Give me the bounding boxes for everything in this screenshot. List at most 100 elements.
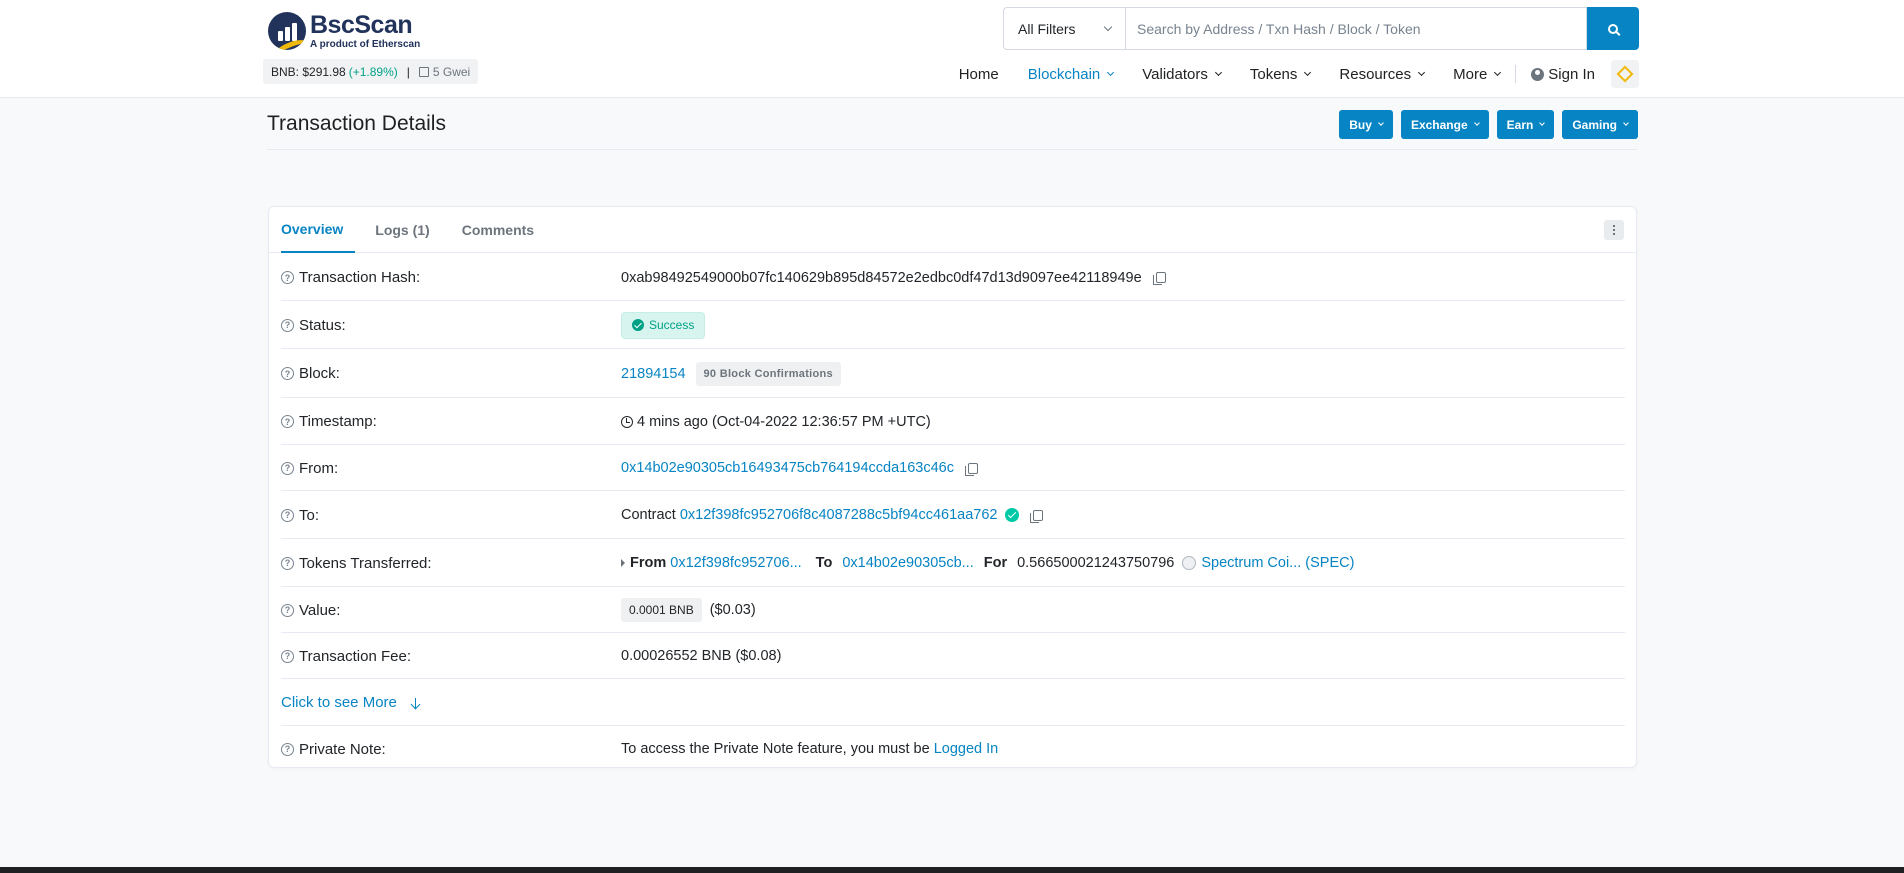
row-value: ? Value: 0.0001 BNB ($0.03) bbox=[281, 588, 1625, 633]
row-to: ? To: Contract 0x12f398fc952706f8c4087288c… bbox=[281, 492, 1625, 539]
verified-check-icon bbox=[1005, 508, 1020, 522]
status-value: Success bbox=[649, 318, 695, 332]
sign-in-link[interactable]: Sign In bbox=[1531, 66, 1595, 83]
nav-validators[interactable]: Validators bbox=[1142, 66, 1222, 83]
block-confirmations-badge: 90 Block Confirmations bbox=[695, 361, 841, 386]
row-transaction-hash: ? Transaction Hash: 0xab98492549000b07fc1… bbox=[281, 255, 1625, 301]
gas-pump-icon bbox=[418, 66, 429, 77]
user-circle-icon bbox=[1531, 67, 1545, 81]
nav-more[interactable]: More bbox=[1453, 65, 1502, 83]
token-logo-icon bbox=[1182, 556, 1197, 570]
copy-icon[interactable] bbox=[1152, 272, 1166, 285]
bscscan-logo[interactable]: BscScan A product of Etherscan bbox=[268, 12, 420, 50]
footer bbox=[0, 867, 1904, 873]
check-circle-icon bbox=[632, 319, 644, 331]
copy-icon[interactable] bbox=[965, 462, 978, 476]
label-private-note: Private Note: bbox=[299, 740, 386, 758]
nav-blockchain[interactable]: Blockchain bbox=[1027, 65, 1115, 83]
help-icon[interactable]: ? bbox=[281, 318, 294, 332]
earn-label: Earn bbox=[1506, 117, 1534, 132]
logged-in-link[interactable]: Logged In bbox=[934, 741, 999, 757]
page-title: Transaction Details bbox=[267, 112, 446, 135]
row-see-more: Click to see More bbox=[281, 680, 1625, 726]
block-number-link[interactable]: 21894154 bbox=[621, 366, 686, 382]
chevron-down-icon bbox=[1418, 68, 1426, 77]
help-icon[interactable]: ? bbox=[281, 649, 294, 663]
token-from-label: From bbox=[630, 555, 667, 571]
search-bar: All Filters bbox=[1003, 7, 1639, 50]
gaming-button[interactable]: Gaming bbox=[1562, 110, 1638, 139]
label-status: Status: bbox=[299, 316, 346, 334]
sign-in-label: Sign In bbox=[1548, 65, 1595, 83]
private-note-text: To access the Private Note feature, you … bbox=[621, 741, 930, 757]
earn-button[interactable]: Earn bbox=[1496, 110, 1555, 139]
tab-overview[interactable]: Overview bbox=[281, 207, 356, 253]
token-to-address-link[interactable]: 0x14b02e90305cb... bbox=[842, 555, 973, 571]
to-prefix: Contract bbox=[621, 507, 676, 523]
label-to: To: bbox=[299, 506, 320, 524]
copy-icon[interactable] bbox=[1030, 509, 1044, 523]
exchange-label: Exchange bbox=[1410, 117, 1468, 132]
row-private-note: ? Private Note: To access the Private Not… bbox=[281, 727, 1625, 771]
more-options-icon[interactable] bbox=[1604, 220, 1624, 240]
help-icon[interactable]: ? bbox=[281, 271, 294, 284]
from-address-link[interactable]: 0x14b02e90305cb16493475cb764194ccda163c4… bbox=[621, 460, 954, 476]
value-usd: ($0.03) bbox=[709, 602, 756, 618]
transaction-hash-value: 0xab98492549000b07fc140629b895d84572e2ed… bbox=[621, 269, 1142, 286]
chevron-down-icon bbox=[1103, 22, 1113, 31]
nav-tokens-label: Tokens bbox=[1249, 65, 1298, 83]
chevron-down-icon bbox=[1378, 120, 1384, 126]
main-nav: Home Blockchain Validators Tokens Resour… bbox=[930, 60, 1639, 88]
label-value: Value: bbox=[299, 601, 341, 619]
search-button[interactable] bbox=[1587, 7, 1639, 50]
caret-right-icon bbox=[621, 559, 625, 567]
row-tokens-transferred: ? Tokens Transferred: From 0x12f398fc9527… bbox=[281, 540, 1625, 587]
bnb-price-box: BNB: $291.98 (+1.89%) | 5 Gwei bbox=[263, 59, 479, 84]
row-status: ? Status: Success bbox=[281, 302, 1625, 349]
chevron-down-icon bbox=[1539, 120, 1546, 126]
buy-label: Buy bbox=[1349, 117, 1372, 132]
logo-subtitle: A product of Etherscan bbox=[310, 38, 421, 50]
chevron-down-icon bbox=[1473, 120, 1480, 126]
tab-logs[interactable]: Logs (1) bbox=[375, 207, 441, 252]
title-divider bbox=[267, 149, 1637, 150]
tab-comments[interactable]: Comments bbox=[462, 207, 546, 252]
help-icon[interactable]: ? bbox=[281, 742, 294, 756]
row-transaction-fee: ? Transaction Fee: 0.00026552 BNB ($0.08) bbox=[281, 634, 1625, 679]
transaction-card: Overview Logs (1) Comments ? Transaction … bbox=[268, 206, 1637, 768]
label-timestamp: Timestamp: bbox=[299, 413, 377, 430]
help-icon[interactable]: ? bbox=[281, 415, 294, 428]
token-from-address-link[interactable]: 0x12f398fc952706... bbox=[670, 555, 801, 571]
buy-button[interactable]: Buy bbox=[1339, 110, 1393, 139]
chevron-down-icon bbox=[1623, 120, 1629, 126]
token-name-link[interactable]: Spectrum Coi... (SPEC) bbox=[1201, 555, 1354, 571]
search-icon bbox=[1608, 23, 1618, 34]
help-icon[interactable]: ? bbox=[281, 461, 294, 475]
token-amount: 0.566500021243750796 bbox=[1017, 555, 1175, 571]
help-icon[interactable]: ? bbox=[281, 367, 294, 380]
label-block: Block: bbox=[299, 365, 340, 382]
status-badge: Success bbox=[621, 311, 706, 339]
nav-resources[interactable]: Resources bbox=[1339, 65, 1426, 83]
nav-tokens[interactable]: Tokens bbox=[1249, 65, 1312, 83]
nav-home-label: Home bbox=[958, 65, 999, 83]
chevron-down-icon bbox=[1304, 68, 1312, 77]
nav-more-label: More bbox=[1453, 65, 1488, 83]
nav-home[interactable]: Home bbox=[959, 66, 999, 83]
exchange-button[interactable]: Exchange bbox=[1400, 110, 1489, 139]
bnb-network-button[interactable] bbox=[1611, 60, 1639, 88]
help-icon[interactable]: ? bbox=[281, 556, 294, 570]
nav-blockchain-label: Blockchain bbox=[1027, 65, 1101, 83]
row-timestamp: ? Timestamp: 4 mins ago (Oct-04-2022 12:3… bbox=[281, 399, 1625, 445]
search-input[interactable] bbox=[1125, 7, 1587, 50]
gas-price[interactable]: 5 Gwei bbox=[433, 65, 470, 79]
search-filter-select[interactable]: All Filters bbox=[1003, 7, 1125, 50]
label-tokens-transferred: Tokens Transferred: bbox=[299, 554, 432, 572]
search-filter-label: All Filters bbox=[1018, 20, 1076, 37]
click-to-see-more-link[interactable]: Click to see More bbox=[281, 694, 621, 711]
help-icon[interactable]: ? bbox=[281, 603, 294, 617]
help-icon[interactable]: ? bbox=[281, 508, 294, 522]
to-contract-link[interactable]: 0x12f398fc952706f8c4087288c5bf94cc461aa7… bbox=[680, 507, 998, 523]
nav-resources-label: Resources bbox=[1339, 65, 1412, 83]
logo-title: BscScan bbox=[310, 10, 413, 39]
